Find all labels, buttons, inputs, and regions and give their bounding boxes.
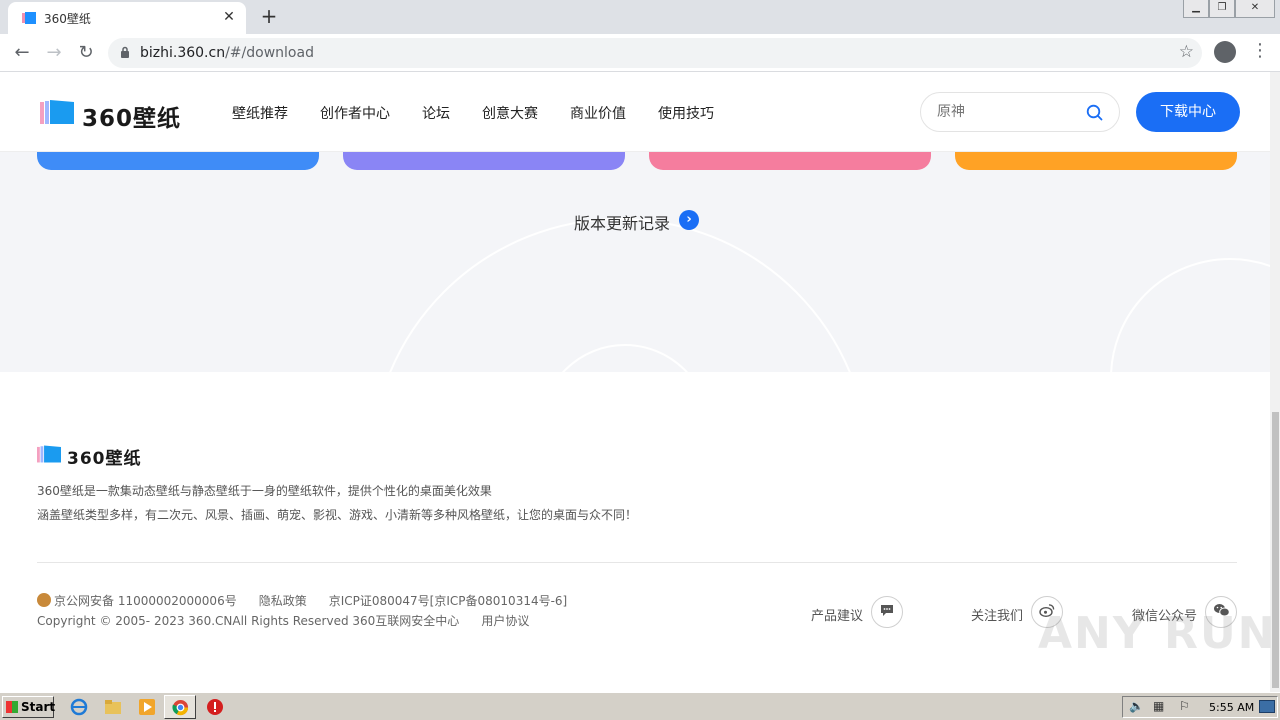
download-card-orange[interactable] [955, 152, 1237, 170]
footer-description-line1: 360壁纸是一款集动态壁纸与静态壁纸于一身的壁纸软件，提供个性化的桌面美化效果 [37, 484, 492, 498]
footer-description-line2: 涵盖壁纸类型多样，有二次元、风景、插画、萌宠、影视、游戏、小清新等多种风格壁纸，… [37, 508, 638, 522]
warning-app-icon[interactable] [206, 698, 224, 716]
close-window-button[interactable]: ✕ [1235, 0, 1275, 18]
new-tab-button[interactable]: + [258, 6, 280, 28]
nav-item-business[interactable]: 商业价值 [570, 103, 626, 123]
media-player-icon[interactable] [138, 698, 156, 716]
start-label: Start [21, 700, 56, 714]
product-feedback-link[interactable]: 产品建议 [806, 596, 903, 628]
footer-record-line: 京公网安备 11000002000006号 隐私政策 京ICP证080047号[京I… [37, 592, 589, 609]
search-input[interactable] [937, 102, 1077, 122]
restore-window-button[interactable]: ❐ [1209, 0, 1235, 18]
windows-taskbar: Start 🔈 ▦ ⚐ 5:55 AM [0, 692, 1280, 720]
wallpaper-favicon-icon [22, 12, 36, 24]
taskbar-clock: 5:55 AM [1209, 701, 1255, 714]
icp-record[interactable]: 京ICP证080047号[京ICP备08010314号-6] [329, 594, 568, 608]
user-agreement-link[interactable]: 用户协议 [481, 614, 529, 628]
logo-mark-icon [40, 100, 74, 124]
folder-icon[interactable] [104, 698, 122, 716]
anyrun-watermark: ANY RUN [1038, 608, 1277, 659]
volume-icon[interactable]: 🔈 [1129, 699, 1144, 713]
browser-tab-strip: 360壁纸 ✕ + ▁ ❐ ✕ [0, 0, 1280, 34]
privacy-link[interactable]: 隐私政策 [259, 594, 307, 608]
nav-item-wallpaper-recommend[interactable]: 壁纸推荐 [232, 103, 288, 123]
police-badge-icon [37, 593, 51, 607]
main-nav: 壁纸推荐 创作者中心 论坛 创意大赛 商业价值 使用技巧 [232, 103, 746, 123]
url-text: bizhi.360.cn/#/download [140, 45, 314, 61]
footer-logo-mark-icon [37, 445, 61, 463]
windows-flag-icon [6, 701, 18, 713]
search-icon[interactable] [1086, 104, 1103, 121]
lock-icon [121, 46, 129, 58]
search-box [920, 92, 1120, 132]
download-card-pink[interactable] [649, 152, 931, 170]
minimize-window-button[interactable]: ▁ [1183, 0, 1209, 18]
forward-arrow-icon[interactable]: → [42, 41, 66, 65]
nav-item-tips[interactable]: 使用技巧 [658, 103, 714, 123]
nav-item-forum[interactable]: 论坛 [422, 103, 450, 123]
reload-icon[interactable]: ↻ [74, 41, 98, 65]
download-card-purple[interactable] [343, 152, 625, 170]
system-tray: 🔈 ▦ ⚐ [1122, 696, 1278, 718]
footer-logo-text: 360壁纸 [67, 449, 142, 469]
nav-item-contest[interactable]: 创意大赛 [482, 103, 538, 123]
show-desktop-icon[interactable] [1259, 700, 1275, 713]
close-tab-icon[interactable]: ✕ [220, 8, 238, 26]
browser-toolbar: ← → ↻ bizhi.360.cn/#/download ☆ [0, 34, 1280, 72]
message-icon [871, 596, 903, 628]
download-section: 版本更新记录 › [0, 152, 1270, 372]
nav-item-creator-center[interactable]: 创作者中心 [320, 103, 390, 123]
chevron-right-icon[interactable]: › [679, 210, 699, 230]
copyright-text: Copyright © 2005- 2023 360.CNAll Rights … [37, 614, 460, 628]
flag-notification-icon[interactable]: ⚐ [1179, 699, 1190, 713]
social-label: 产品建议 [810, 609, 863, 624]
footer-divider [37, 562, 1237, 563]
site-header: 360壁纸 壁纸推荐 创作者中心 论坛 创意大赛 商业价值 使用技巧 下载中心 [0, 72, 1270, 152]
chrome-taskbar-button[interactable] [164, 695, 196, 719]
tab-title: 360壁纸 [44, 12, 91, 26]
start-button[interactable]: Start [2, 696, 56, 718]
profile-avatar-icon[interactable] [1214, 41, 1236, 63]
browser-tab[interactable]: 360壁纸 ✕ [8, 2, 246, 34]
browser-menu-icon[interactable]: ⋮ [1251, 40, 1269, 61]
chrome-icon [172, 699, 189, 716]
changelog-link[interactable]: 版本更新记录 [574, 210, 670, 234]
internet-explorer-icon[interactable] [70, 698, 88, 716]
download-center-button[interactable]: 下载中心 [1136, 92, 1240, 132]
bookmark-star-icon[interactable]: ☆ [1179, 42, 1194, 62]
logo-text: 360壁纸 [82, 106, 182, 132]
network-icon[interactable]: ▦ [1153, 699, 1164, 713]
social-label: 关注我们 [970, 609, 1023, 624]
police-record[interactable]: 京公网安备 11000002000006号 [37, 593, 237, 608]
address-bar[interactable]: bizhi.360.cn/#/download ☆ [108, 38, 1202, 68]
web-page: 360壁纸 壁纸推荐 创作者中心 论坛 创意大赛 商业价值 使用技巧 下载中心 [0, 72, 1270, 692]
decorative-circle [1110, 258, 1270, 372]
back-arrow-icon[interactable]: ← [10, 41, 34, 65]
download-card-blue[interactable] [37, 152, 319, 170]
footer-copyright-line: Copyright © 2005- 2023 360.CNAll Rights … [37, 612, 551, 629]
